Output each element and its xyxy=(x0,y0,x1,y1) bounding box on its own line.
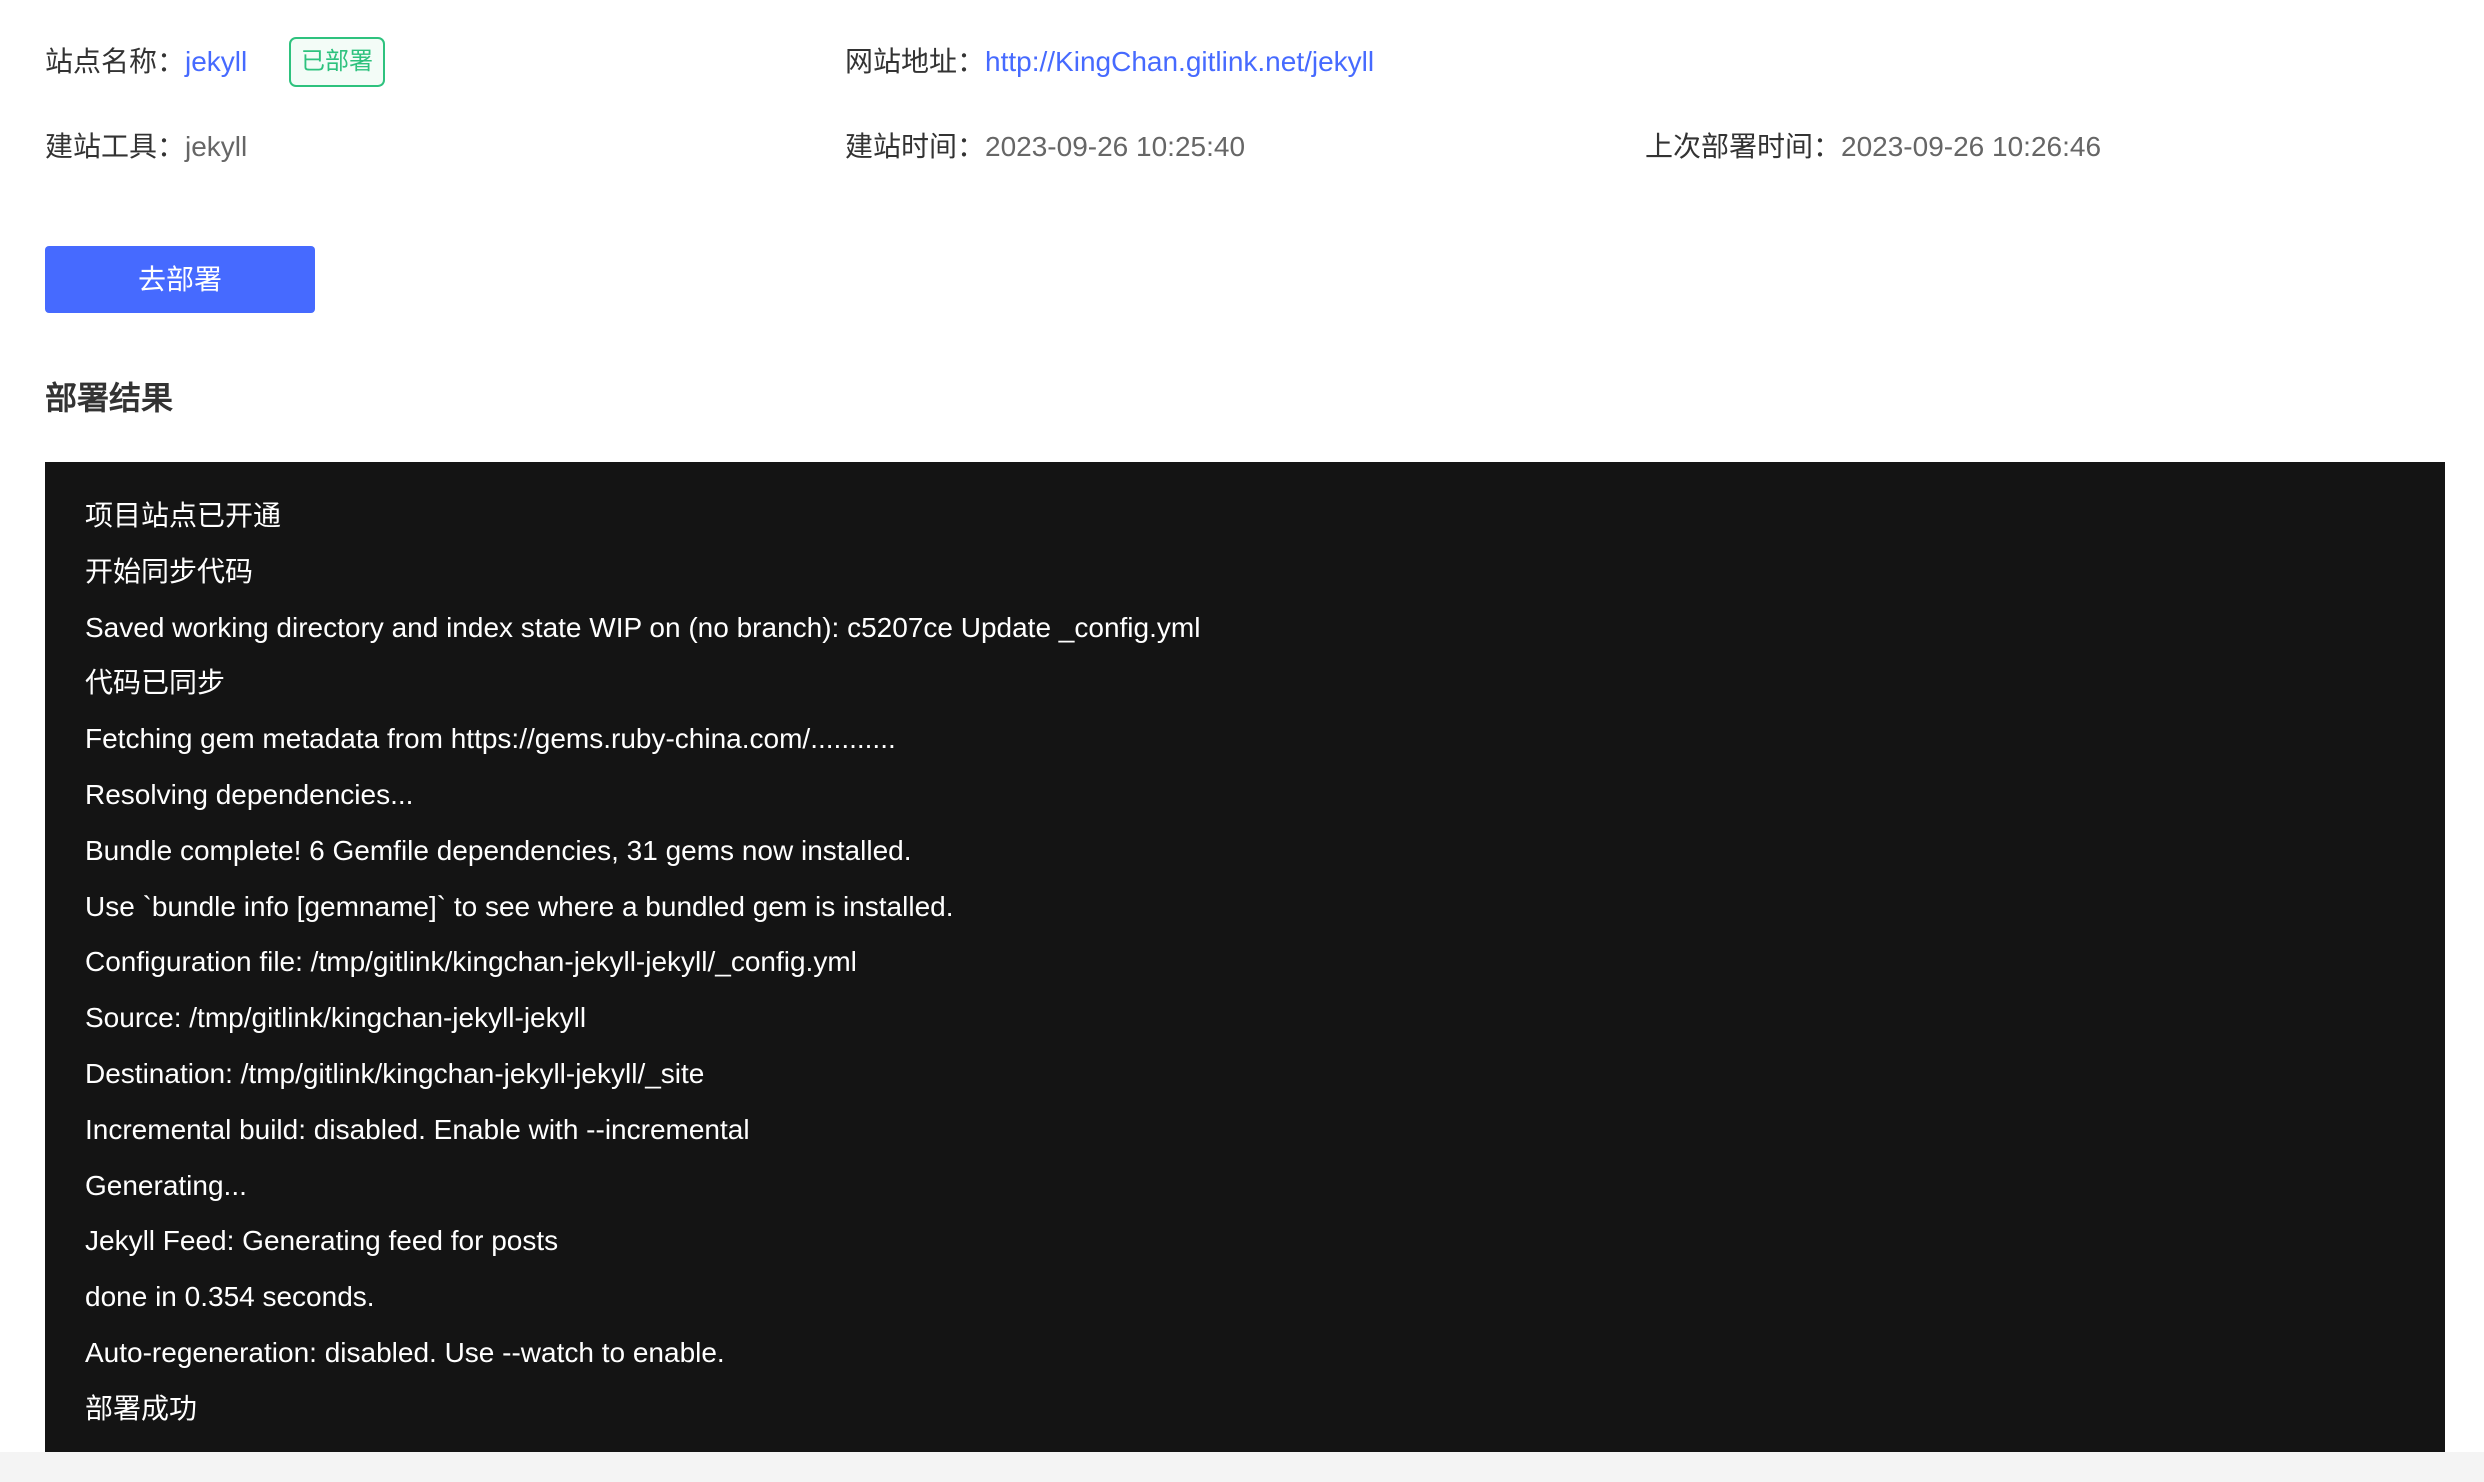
last-deploy-time-value: 2023-09-26 10:26:46 xyxy=(1841,131,2102,162)
created-time-label: 建站时间： xyxy=(845,131,986,162)
log-line: 部署成功 xyxy=(85,1392,198,1424)
log-line: Fetching gem metadata from https://gems.… xyxy=(85,723,896,755)
site-url-field: 网站地址：http://KingChan.gitlink.net/jekyll xyxy=(845,42,1374,82)
site-name-link[interactable]: jekyll xyxy=(185,46,247,77)
last-deploy-time-label: 上次部署时间： xyxy=(1645,131,1842,162)
log-line: 开始同步代码 xyxy=(85,555,254,587)
build-tool-field: 建站工具：jekyll xyxy=(45,127,247,167)
log-line: Destination: /tmp/gitlink/kingchan-jekyl… xyxy=(85,1057,705,1089)
site-url-link[interactable]: http://KingChan.gitlink.net/jekyll xyxy=(985,46,1374,77)
deploy-log-console: 项目站点已开通 开始同步代码 Saved working directory a… xyxy=(45,462,2445,1452)
deployed-status-badge: 已部署 xyxy=(289,37,385,87)
site-name-field: 站点名称：jekyll xyxy=(45,42,247,82)
created-time-field: 建站时间：2023-09-26 10:25:40 xyxy=(845,127,1245,167)
deploy-result-title: 部署结果 xyxy=(45,380,174,416)
site-url-label: 网站地址： xyxy=(845,46,986,77)
page-bottom-strip xyxy=(0,1452,2484,1482)
log-line: Configuration file: /tmp/gitlink/kingcha… xyxy=(85,946,857,978)
last-deploy-time-field: 上次部署时间：2023-09-26 10:26:46 xyxy=(1645,127,2101,167)
log-line: Auto-regeneration: disabled. Use --watch… xyxy=(85,1336,725,1368)
log-line: Source: /tmp/gitlink/kingchan-jekyll-jek… xyxy=(85,1002,587,1034)
log-line: Use `bundle info [gemname]` to see where… xyxy=(85,890,954,922)
log-line: Generating... xyxy=(85,1169,247,1201)
log-line: Saved working directory and index state … xyxy=(85,611,1201,643)
log-line: done in 0.354 seconds. xyxy=(85,1281,375,1313)
site-name-label: 站点名称： xyxy=(45,46,186,77)
build-tool-label: 建站工具： xyxy=(45,131,186,162)
log-line: Bundle complete! 6 Gemfile dependencies,… xyxy=(85,834,912,866)
log-line: Incremental build: disabled. Enable with… xyxy=(85,1113,750,1145)
log-line: Jekyll Feed: Generating feed for posts xyxy=(85,1225,559,1257)
deploy-button[interactable]: 去部署 xyxy=(45,246,315,313)
log-line: 代码已同步 xyxy=(85,667,226,699)
build-tool-value: jekyll xyxy=(185,131,248,162)
created-time-value: 2023-09-26 10:25:40 xyxy=(985,131,1246,162)
log-line: Resolving dependencies... xyxy=(85,778,414,810)
log-line: 项目站点已开通 xyxy=(85,500,282,531)
